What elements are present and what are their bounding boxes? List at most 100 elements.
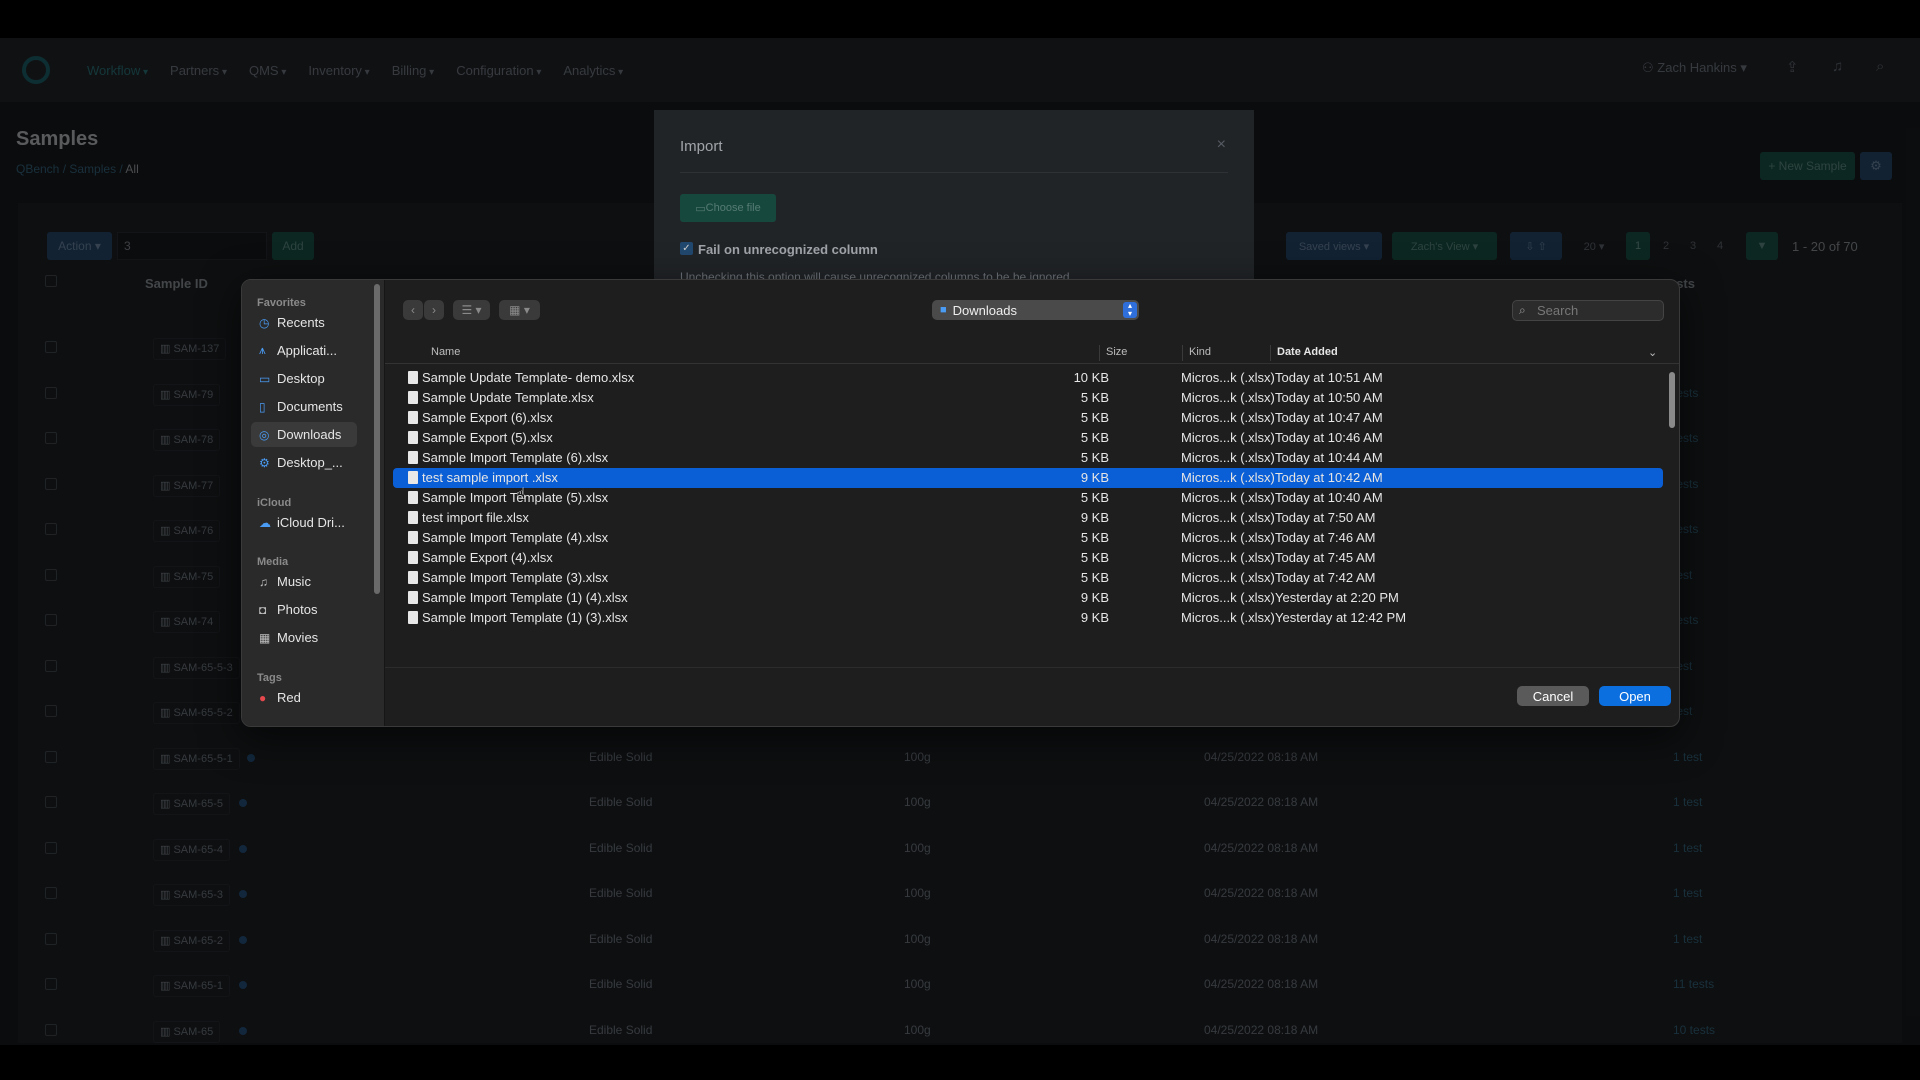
document-icon (408, 451, 418, 464)
dialog-sidebar: Favorites ◷ Recents ⩚ Applicati... ▭ Desktop ▯ D… (242, 280, 385, 726)
file-kind: Micros...k (.xlsx) (1181, 510, 1275, 525)
applications-icon: ⩚ (259, 343, 266, 357)
location-label: Downloads (952, 302, 1017, 318)
sidebar-item-downloads[interactable]: ◎ Downloads (251, 422, 357, 447)
sidebar-item-label: Documents (277, 399, 343, 414)
document-icon (408, 391, 418, 404)
col-size[interactable]: Size (1106, 346, 1127, 358)
file-row[interactable]: Sample Import Template (3).xlsx 5 KB Micro… (393, 568, 1663, 588)
desktop-icon: ▭ (259, 371, 271, 386)
file-date-added: Yesterday at 12:42 PM (1275, 610, 1407, 625)
sidebar-item-music[interactable]: ♫ Music (251, 569, 357, 594)
sidebar-item-icloud-dri[interactable]: ☁ iCloud Dri... (251, 510, 357, 535)
file-row[interactable]: Sample Export (4).xlsx 5 KB Micros...k (.x… (393, 548, 1663, 568)
col-name[interactable]: Name (431, 346, 460, 358)
file-list-scrollbar[interactable] (1669, 372, 1675, 428)
file-kind: Micros...k (.xlsx) (1181, 390, 1275, 405)
file-name: Sample Update Template.xlsx (422, 390, 594, 405)
open-button[interactable]: Open (1599, 686, 1671, 706)
location-popup[interactable]: ■ Downloads ▴ ▾ (932, 300, 1139, 320)
file-date-added: Today at 7:46 AM (1275, 530, 1376, 545)
sidebar-item-label: iCloud Dri... (277, 515, 345, 530)
sidebar-item-label: Movies (277, 630, 319, 645)
search-placeholder: Search (1537, 303, 1579, 318)
sidebar-scrollbar[interactable] (374, 284, 380, 594)
view-list-button[interactable]: ☰ ▾ (453, 300, 490, 320)
file-row[interactable]: Sample Import Template (6).xlsx 5 KB Micro… (393, 448, 1663, 468)
document-icon (408, 431, 418, 444)
music-icon: ♫ (259, 574, 268, 589)
file-kind: Micros...k (.xlsx) (1181, 370, 1275, 385)
back-button[interactable]: ‹ (403, 300, 423, 320)
file-size: 5 KB (1080, 490, 1109, 505)
col-date-added[interactable]: Date Added (1277, 346, 1338, 358)
sidebar-item-documents[interactable]: ▯ Documents (251, 394, 357, 419)
file-name: Sample Import Template (6).xlsx (422, 450, 609, 465)
file-size: 9 KB (1080, 590, 1109, 605)
sort-chevron-icon[interactable]: ⌄ (1648, 346, 1657, 359)
download-icon: ◎ (259, 427, 270, 442)
folder-icon: ■ (940, 304, 947, 316)
sidebar-item-photos[interactable]: ◘ Photos (251, 597, 357, 622)
file-kind: Micros...k (.xlsx) (1181, 430, 1275, 445)
document-icon (408, 371, 418, 384)
file-date-added: Today at 10:50 AM (1275, 390, 1383, 405)
sidebar-item-label: Downloads (277, 427, 342, 442)
sidebar-item-label: Photos (277, 602, 318, 617)
sidebar-item-movies[interactable]: ▦ Movies (251, 625, 357, 650)
file-date-added: Today at 10:40 AM (1275, 490, 1383, 505)
file-kind: Micros...k (.xlsx) (1181, 450, 1275, 465)
col-divider (1270, 345, 1271, 361)
file-size: 5 KB (1080, 570, 1109, 585)
file-name: Sample Export (6).xlsx (422, 410, 553, 425)
file-row[interactable]: Sample Import Template (5).xlsx 5 KB Micro… (393, 488, 1663, 508)
sidebar-item-applicati[interactable]: ⩚ Applicati... (251, 338, 357, 363)
sidebar-item-label: Desktop (277, 371, 325, 386)
file-row[interactable]: Sample Export (6).xlsx 5 KB Micros...k (.x… (393, 408, 1663, 428)
forward-button[interactable]: › (424, 300, 444, 320)
sidebar-item-desktop[interactable]: ▭ Desktop (251, 366, 357, 391)
file-row[interactable]: Sample Import Template (1) (4).xlsx 9 KB M… (393, 588, 1663, 608)
search-field[interactable]: ⌕ Search (1512, 300, 1664, 321)
sidebar-item-label: Desktop_... (277, 455, 343, 470)
file-row[interactable]: Sample Import Template (1) (3).xlsx 9 KB M… (393, 608, 1663, 628)
file-name: Sample Import Template (1) (4).xlsx (422, 590, 628, 605)
file-size: 9 KB (1080, 470, 1109, 485)
view-grid-button[interactable]: ▦ ▾ (499, 300, 540, 320)
file-row[interactable]: Sample Export (5).xlsx 5 KB Micros...k (.x… (393, 428, 1663, 448)
dialog-main: ‹ › ☰ ▾ ▦ ▾ ■ Downloads ▴ ▾ ⌕ Search Name… (385, 280, 1679, 726)
file-size: 10 KB (1073, 370, 1109, 385)
file-row[interactable]: test import file.xlsx 9 KB Micros...k (.xl… (393, 508, 1663, 528)
file-name: Sample Import Template (3).xlsx (422, 570, 609, 585)
sidebar-item-recents[interactable]: ◷ Recents (251, 310, 357, 335)
sidebar-item-red[interactable]: ● Red (251, 685, 357, 710)
file-date-added: Today at 7:42 AM (1275, 570, 1376, 585)
file-name: Sample Export (4).xlsx (422, 550, 553, 565)
file-row[interactable]: Sample Import Template (4).xlsx 5 KB Micro… (393, 528, 1663, 548)
file-name: Sample Import Template (4).xlsx (422, 530, 609, 545)
file-date-added: Yesterday at 2:20 PM (1275, 590, 1399, 605)
file-kind: Micros...k (.xlsx) (1181, 530, 1275, 545)
file-kind: Micros...k (.xlsx) (1181, 550, 1275, 565)
document-icon (408, 531, 418, 544)
file-size: 9 KB (1080, 610, 1109, 625)
file-date-added: Today at 10:44 AM (1275, 450, 1383, 465)
document-icon (408, 571, 418, 584)
cancel-button[interactable]: Cancel (1517, 686, 1589, 706)
file-name: Sample Export (5).xlsx (422, 430, 553, 445)
col-kind[interactable]: Kind (1189, 346, 1211, 358)
file-size: 5 KB (1080, 550, 1109, 565)
file-row[interactable]: Sample Update Template.xlsx 5 KB Micros...… (393, 388, 1663, 408)
file-size: 5 KB (1080, 410, 1109, 425)
camera-icon: ◘ (259, 602, 267, 617)
sidebar-heading: iCloud (257, 497, 292, 509)
file-row[interactable]: Sample Import Template (1) (2).xlsx9 KBM… (393, 628, 1663, 630)
cloud-icon: ☁ (259, 515, 271, 530)
sidebar-heading: Favorites (257, 297, 306, 309)
file-row[interactable]: Sample Update Template- demo.xlsx 10 KB Mi… (393, 368, 1663, 388)
file-row[interactable]: test sample import .xlsx 9 KB Micros...k (… (393, 468, 1663, 488)
file-date-added: Today at 10:42 AM (1275, 470, 1383, 485)
document-icon (408, 411, 418, 424)
sidebar-item-desktop[interactable]: ⚙ Desktop_... (251, 450, 357, 475)
chevron-left-icon: ‹ (411, 303, 415, 317)
